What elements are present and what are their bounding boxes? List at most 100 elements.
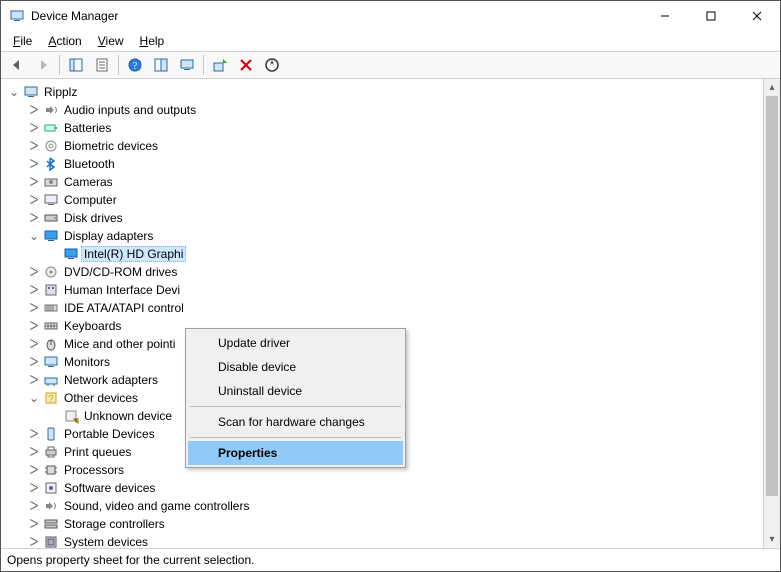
menubar: File Action View Help — [1, 31, 780, 51]
scan-hardware-button[interactable] — [260, 54, 284, 76]
expand-toggle-icon[interactable]: ᐳ — [27, 265, 41, 279]
storage-icon — [43, 516, 59, 532]
context-menu-item[interactable]: Uninstall device — [188, 379, 403, 403]
audio-icon — [43, 102, 59, 118]
tree-root-label: Ripplz — [41, 84, 80, 100]
expand-toggle-icon[interactable]: ᐳ — [27, 121, 41, 135]
update-driver-button[interactable] — [208, 54, 232, 76]
expand-toggle-icon[interactable]: ᐳ — [27, 157, 41, 171]
expand-toggle-icon[interactable]: ᐳ — [27, 445, 41, 459]
scroll-track[interactable] — [764, 96, 780, 531]
tree-item[interactable]: ᐳ Software devices — [5, 479, 763, 497]
tree-item[interactable]: ᐳ Bluetooth — [5, 155, 763, 173]
expand-toggle-icon[interactable]: ᐳ — [27, 373, 41, 387]
expand-toggle-icon[interactable]: ᐳ — [27, 211, 41, 225]
maximize-button[interactable] — [688, 1, 734, 31]
toolbar: ? — [1, 51, 780, 79]
system-icon — [43, 534, 59, 548]
menu-action[interactable]: Action — [40, 33, 89, 49]
tree-item-label: Keyboards — [61, 318, 124, 334]
monitor-button[interactable] — [175, 54, 199, 76]
context-menu-item[interactable]: Scan for hardware changes — [188, 410, 403, 434]
printer-icon — [43, 444, 59, 460]
battery-icon — [43, 120, 59, 136]
tree-item-label: Bluetooth — [61, 156, 118, 172]
tree-item[interactable]: ᐳ Cameras — [5, 173, 763, 191]
tree-item-label: Cameras — [61, 174, 116, 190]
ide-icon — [43, 300, 59, 316]
tree-item[interactable]: ᐳHuman Interface Devi — [5, 281, 763, 299]
menu-file[interactable]: File — [5, 33, 40, 49]
expand-toggle-icon[interactable]: ᐳ — [27, 535, 41, 548]
mouse-icon — [43, 336, 59, 352]
tree-item[interactable]: ᐳBiometric devices — [5, 137, 763, 155]
tree-item[interactable]: ᐳAudio inputs and outputs — [5, 101, 763, 119]
uninstall-button[interactable] — [234, 54, 258, 76]
tree-item[interactable]: Intel(R) HD Graphi — [5, 245, 763, 263]
scroll-up-icon[interactable]: ▴ — [764, 79, 780, 96]
display-icon — [63, 246, 79, 262]
biometric-icon — [43, 138, 59, 154]
expand-toggle-icon[interactable]: ᐳ — [27, 481, 41, 495]
expand-toggle-icon[interactable]: ᐳ — [27, 355, 41, 369]
context-menu-item[interactable]: Properties — [188, 441, 403, 465]
expand-toggle-icon[interactable]: ⌄ — [27, 229, 41, 243]
back-button[interactable] — [5, 54, 29, 76]
expand-toggle-icon[interactable]: ᐳ — [27, 499, 41, 513]
tree-item[interactable]: ᐳDVD/CD-ROM drives — [5, 263, 763, 281]
tree-item[interactable]: ᐳ Computer — [5, 191, 763, 209]
bluetooth-icon — [43, 156, 59, 172]
forward-button[interactable] — [31, 54, 55, 76]
window-title: Device Manager — [31, 9, 118, 23]
context-menu-item[interactable]: Disable device — [188, 355, 403, 379]
expand-toggle-icon[interactable]: ᐳ — [27, 337, 41, 351]
expand-toggle-icon[interactable]: ᐳ — [27, 283, 41, 297]
tree-item[interactable]: ᐳ Sound, video and game controllers — [5, 497, 763, 515]
scroll-thumb[interactable] — [766, 96, 778, 496]
tree-item[interactable]: ᐳIDE ATA/ATAPI control — [5, 299, 763, 317]
vertical-scrollbar[interactable]: ▴ ▾ — [763, 79, 780, 548]
unknown-icon: ! — [63, 408, 79, 424]
disk-icon — [43, 210, 59, 226]
expand-toggle-icon[interactable]: ᐳ — [27, 319, 41, 333]
tree-item-label: Unknown device — [81, 408, 175, 424]
expand-toggle-icon[interactable]: ⌄ — [27, 391, 41, 405]
expand-toggle-icon[interactable]: ⌄ — [7, 85, 21, 99]
device-tree[interactable]: ⌄ RipplzᐳAudio inputs and outputsᐳBatteri… — [1, 79, 763, 548]
show-hidden-button[interactable] — [149, 54, 173, 76]
keyboard-icon — [43, 318, 59, 334]
help-button[interactable]: ? — [123, 54, 147, 76]
menu-view[interactable]: View — [90, 33, 132, 49]
menu-help[interactable]: Help — [132, 33, 173, 49]
tree-item-label: Monitors — [61, 354, 113, 370]
monitor-icon — [43, 354, 59, 370]
tree-root[interactable]: ⌄ Ripplz — [5, 83, 763, 101]
context-menu-item[interactable]: Update driver — [188, 331, 403, 355]
dvd-icon — [43, 264, 59, 280]
tree-item-label: Computer — [61, 192, 120, 208]
tree-item[interactable]: ᐳBatteries — [5, 119, 763, 137]
svg-text:?: ? — [48, 394, 54, 405]
minimize-button[interactable] — [642, 1, 688, 31]
tree-item-label: Software devices — [61, 480, 158, 496]
display-icon — [43, 228, 59, 244]
tree-item-label: Sound, video and game controllers — [61, 498, 252, 514]
camera-icon — [43, 174, 59, 190]
expand-toggle-icon[interactable]: ᐳ — [27, 193, 41, 207]
tree-item[interactable]: ᐳDisk drives — [5, 209, 763, 227]
expand-toggle-icon[interactable]: ᐳ — [27, 139, 41, 153]
properties-button[interactable] — [90, 54, 114, 76]
tree-item[interactable]: ᐳStorage controllers — [5, 515, 763, 533]
tree-item[interactable]: ᐳSystem devices — [5, 533, 763, 548]
svg-text:?: ? — [133, 61, 138, 72]
scroll-down-icon[interactable]: ▾ — [764, 531, 780, 548]
expand-toggle-icon[interactable]: ᐳ — [27, 463, 41, 477]
show-hide-tree-button[interactable] — [64, 54, 88, 76]
expand-toggle-icon[interactable]: ᐳ — [27, 301, 41, 315]
expand-toggle-icon[interactable]: ᐳ — [27, 427, 41, 441]
expand-toggle-icon[interactable]: ᐳ — [27, 175, 41, 189]
expand-toggle-icon[interactable]: ᐳ — [27, 103, 41, 117]
close-button[interactable] — [734, 1, 780, 31]
tree-item[interactable]: ⌄Display adapters — [5, 227, 763, 245]
expand-toggle-icon[interactable]: ᐳ — [27, 517, 41, 531]
